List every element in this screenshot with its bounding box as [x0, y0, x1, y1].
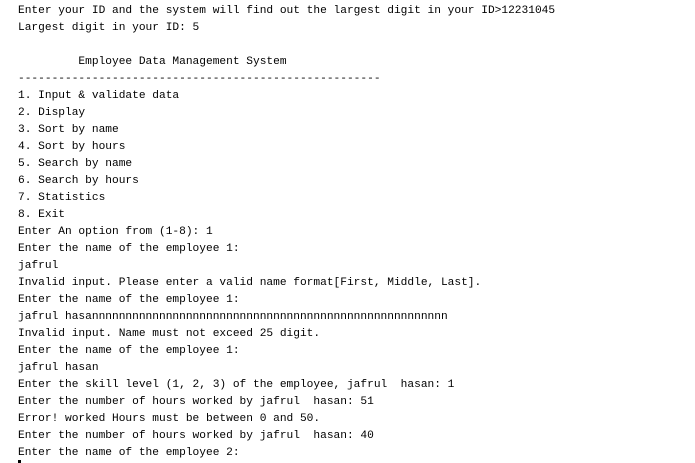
- console-line: Enter the skill level (1, 2, 3) of the e…: [18, 379, 455, 391]
- menu-option: 2. Display: [18, 107, 86, 119]
- menu-option: 7. Statistics: [18, 192, 106, 204]
- console-output: Enter your ID and the system will find o…: [0, 0, 695, 463]
- console-line: jafrul hasannnnnnnnnnnnnnnnnnnnnnnnnnnnn…: [18, 311, 448, 323]
- console-line: Enter the name of the employee 1:: [18, 345, 240, 357]
- console-line: jafrul: [18, 260, 59, 272]
- menu-option: 5. Search by name: [18, 158, 133, 170]
- menu-option: 3. Sort by name: [18, 124, 119, 136]
- console-line: Invalid input. Please enter a valid name…: [18, 277, 482, 289]
- console-line: Enter your ID and the system will find o…: [18, 5, 556, 17]
- console-line: Enter the number of hours worked by jafr…: [18, 430, 374, 442]
- menu-option: 6. Search by hours: [18, 175, 139, 187]
- console-line: Invalid input. Name must not exceed 25 d…: [18, 328, 321, 340]
- menu-option: 1. Input & validate data: [18, 90, 180, 102]
- console-line: Enter the name of the employee 1:: [18, 243, 240, 255]
- menu-option: 8. Exit: [18, 209, 65, 221]
- console-line: Error! worked Hours must be between 0 an…: [18, 413, 321, 425]
- console-line: Enter the name of the employee 1:: [18, 294, 240, 306]
- menu-option: 4. Sort by hours: [18, 141, 126, 153]
- menu-divider: ----------------------------------------…: [18, 73, 381, 85]
- console-line: Largest digit in your ID: 5: [18, 22, 200, 34]
- console-line: Enter the name of the employee 2:: [18, 447, 240, 459]
- menu-title: Employee Data Management System: [18, 56, 287, 68]
- console-line: Enter the number of hours worked by jafr…: [18, 396, 374, 408]
- console-line: jafrul hasan: [18, 362, 99, 374]
- console-line: Enter An option from (1-8): 1: [18, 226, 213, 238]
